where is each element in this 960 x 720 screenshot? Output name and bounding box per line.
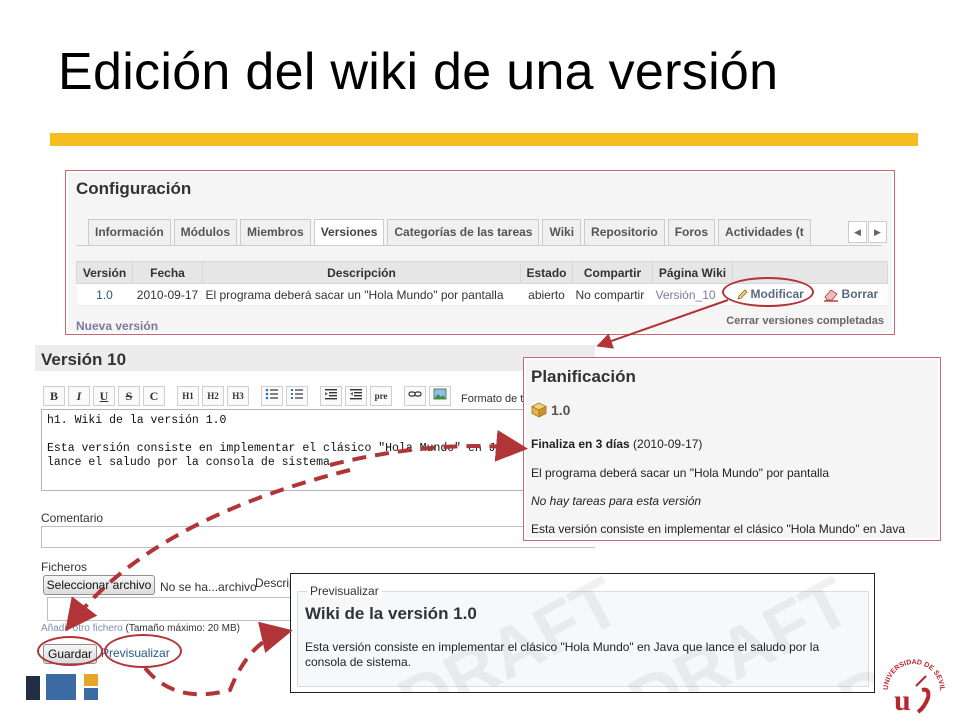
annotation-arrows — [65, 299, 729, 697]
arrow-editor-to-roadmap — [329, 429, 528, 467]
footer-square-orange — [84, 674, 98, 686]
svg-text:UNIVERSIDAD DE SEVILLA: UNIVERSIDAD DE SEVILLA — [878, 650, 945, 692]
arrow-preview-to-box — [143, 621, 293, 697]
university-seal-logo: UNIVERSIDAD DE SEVILLA u — [878, 650, 945, 717]
seal-text: UNIVERSIDAD DE SEVILLA — [878, 650, 945, 692]
svg-text:u: u — [894, 684, 911, 717]
footer-square-dark — [26, 676, 40, 700]
arrow-text-to-save — [65, 468, 351, 632]
footer-square-blue — [46, 674, 76, 700]
footer-square-blue-small — [84, 688, 98, 700]
arrow-modify-to-editor — [596, 299, 729, 349]
